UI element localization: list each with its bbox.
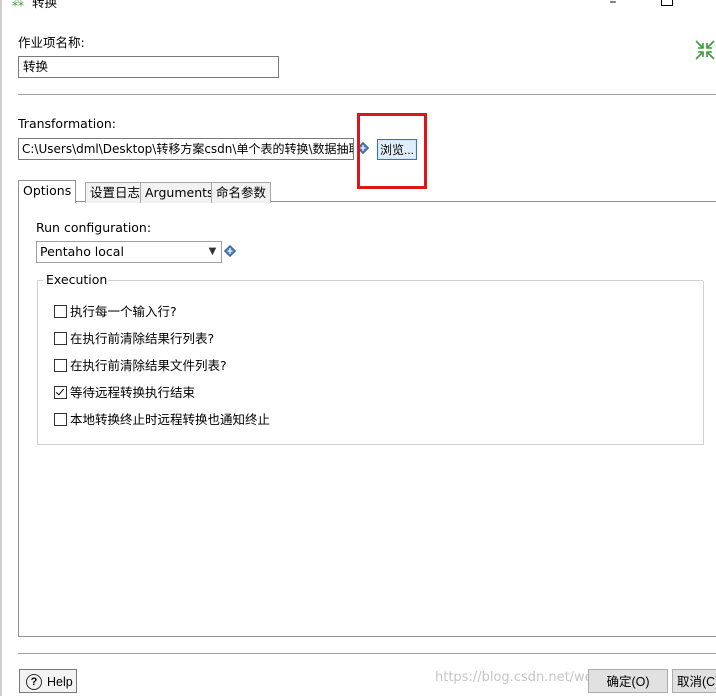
maximize-icon[interactable]	[661, 0, 673, 6]
transformation-label: Transformation:	[18, 116, 116, 131]
checkbox[interactable]	[54, 413, 67, 426]
checkbox-label: 执行每一个输入行?	[70, 304, 177, 319]
separator	[18, 653, 716, 654]
job-entry-name-input[interactable]	[18, 56, 279, 78]
checkbox-label: 等待远程转换执行结束	[70, 385, 196, 400]
transform-icon: ⁂	[12, 0, 24, 9]
run-configuration-value: Pentaho local	[40, 244, 124, 259]
variable-icon[interactable]	[224, 245, 236, 257]
tab-named-parameters[interactable]: 命名参数	[211, 182, 272, 203]
help-label: Help	[47, 675, 73, 689]
help-button[interactable]: ? Help	[19, 669, 77, 693]
checkbox-checked[interactable]	[54, 386, 67, 399]
checkbox[interactable]	[54, 305, 67, 318]
minimize-icon[interactable]: –	[605, 0, 621, 10]
highlight-annotation	[357, 113, 427, 189]
run-configuration-select[interactable]: Pentaho local ▼	[36, 241, 222, 263]
help-icon: ?	[26, 674, 42, 690]
checkbox[interactable]	[54, 359, 67, 372]
collapse-icon[interactable]	[695, 40, 715, 60]
checkbox-label: 在执行前清除结果行列表?	[70, 331, 215, 346]
group-border	[103, 280, 703, 281]
ok-button[interactable]: 确定(O)	[588, 669, 668, 693]
tab-logging[interactable]: 设置日志	[85, 182, 146, 203]
execution-legend: Execution	[45, 272, 109, 288]
checkbox[interactable]	[54, 332, 67, 345]
checkbox-label: 本地转换终止时远程转换也通知终止	[70, 412, 271, 427]
tab-bar: Options 设置日志 Arguments 命名参数	[18, 180, 716, 203]
tab-arguments[interactable]: Arguments	[140, 182, 219, 203]
window-left-edge	[0, 0, 2, 696]
window-title: 转换	[32, 0, 58, 10]
chevron-down-icon[interactable]: ▼	[205, 243, 220, 261]
run-configuration-label: Run configuration:	[36, 220, 152, 235]
checkbox-label: 在执行前清除结果文件列表?	[70, 358, 227, 373]
transformation-path-input[interactable]: C:\Users\dml\Desktop\转移方案csdn\单个表的转换\数据抽…	[18, 138, 354, 160]
group-border	[37, 280, 43, 281]
cancel-button[interactable]: 取消(C)	[672, 669, 716, 693]
tab-options[interactable]: Options	[18, 180, 77, 203]
job-entry-name-label: 作业项名称:	[18, 35, 85, 50]
separator	[18, 94, 716, 95]
